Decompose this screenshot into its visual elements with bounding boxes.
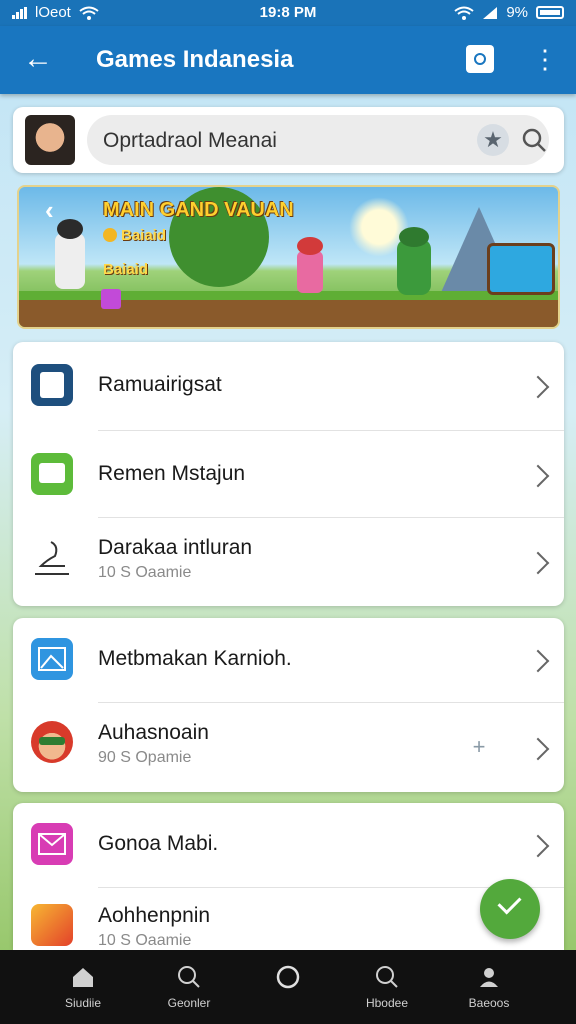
home-icon bbox=[73, 968, 93, 987]
coin-counter: Baiaid bbox=[103, 227, 166, 244]
item-icon bbox=[101, 289, 121, 309]
nav-item-home[interactable]: Siudiie bbox=[38, 964, 128, 1010]
game-avatar-icon bbox=[31, 721, 73, 763]
profile-icon bbox=[480, 968, 498, 987]
list-group-1: Ramuairigsat Remen Mstajun Darakaa intlu… bbox=[13, 342, 564, 606]
ground-graphic bbox=[19, 291, 558, 327]
hero-character bbox=[55, 219, 85, 289]
status-right: 9% bbox=[454, 4, 564, 21]
bottom-nav: Siudiie Geonler Hbodee Baeoos bbox=[0, 950, 576, 1024]
tablet-icon bbox=[31, 364, 73, 406]
nav-item-discover[interactable]: Hbodee bbox=[342, 964, 432, 1010]
crosshair-icon[interactable]: + bbox=[469, 736, 489, 758]
list-item[interactable]: Gonoa Mabi. bbox=[13, 803, 564, 887]
battery-icon bbox=[536, 6, 564, 19]
list-item-label: Remen Mstajun bbox=[98, 462, 246, 485]
chevron-right-icon bbox=[526, 834, 550, 858]
shield-game-icon bbox=[31, 904, 73, 946]
list-item[interactable]: Remen Mstajun bbox=[13, 431, 564, 517]
game-banner[interactable]: ‹ MAIN GAND VAUAN Baiaid Baiaid bbox=[17, 185, 560, 329]
page-title: Games Indanesia bbox=[96, 46, 294, 73]
chevron-left-icon[interactable]: ‹ bbox=[45, 195, 54, 226]
list-item-label: Aohhenpnin bbox=[98, 904, 211, 927]
search-icon bbox=[376, 966, 398, 988]
camera-icon[interactable] bbox=[466, 45, 494, 73]
chevron-right-icon bbox=[526, 649, 550, 673]
banner-heading: MAIN GAND VAUAN bbox=[103, 199, 294, 221]
ogre-character bbox=[397, 227, 431, 295]
search-card: ★ bbox=[13, 107, 564, 173]
chevron-right-icon bbox=[526, 737, 550, 761]
circle-icon bbox=[276, 965, 300, 989]
user-avatar[interactable] bbox=[25, 115, 75, 165]
more-options-icon[interactable]: ⋮ bbox=[532, 42, 558, 78]
cell-signal-icon bbox=[483, 6, 498, 19]
nav-label: Baeoos bbox=[468, 996, 510, 1010]
list-item-label: Auhasnoain bbox=[98, 721, 209, 744]
search-field: ★ bbox=[87, 115, 549, 165]
check-fab-button[interactable] bbox=[480, 879, 540, 939]
powerup-sign bbox=[487, 243, 555, 295]
list-item[interactable]: Metbmakan Karnioh. bbox=[13, 618, 564, 702]
list-item-label: Gonoa Mabi. bbox=[98, 832, 219, 855]
list-item-label: Darakaa intluran bbox=[98, 536, 253, 559]
list-group-3: Gonoa Mabi. Aohhenpnin 10 S Oaamie bbox=[13, 803, 564, 950]
star-icon[interactable]: ★ bbox=[477, 124, 509, 156]
girl-character bbox=[297, 237, 323, 293]
list-item-subtitle: 90 S Opamie bbox=[98, 749, 192, 766]
list-item-subtitle: 10 S Oaamie bbox=[98, 564, 192, 581]
list-item[interactable]: Auhasnoain 90 S Opamie + bbox=[13, 703, 564, 792]
nav-item-center[interactable] bbox=[243, 964, 333, 996]
nav-label: Siudiie bbox=[64, 996, 102, 1010]
search-icon[interactable] bbox=[521, 127, 547, 153]
back-arrow-icon[interactable]: ← bbox=[20, 42, 56, 78]
nav-item-profile[interactable]: Baeoos bbox=[444, 964, 534, 1010]
list-item[interactable]: Darakaa intluran 10 S Oaamie bbox=[13, 518, 564, 606]
skate-icon bbox=[35, 541, 69, 575]
search-input[interactable] bbox=[101, 124, 455, 158]
chevron-right-icon bbox=[526, 551, 550, 575]
nav-label: Geonler bbox=[167, 996, 211, 1010]
image-frame-icon bbox=[31, 638, 73, 680]
message-icon bbox=[31, 823, 73, 865]
chevron-right-icon bbox=[526, 375, 550, 399]
screen-icon bbox=[31, 453, 73, 495]
chevron-right-icon bbox=[526, 464, 550, 488]
list-item-label: Metbmakan Karnioh. bbox=[98, 647, 292, 670]
list-item-label: Ramuairigsat bbox=[98, 373, 222, 396]
app-bar: ← Games Indanesia ⋮ bbox=[0, 26, 576, 94]
search-icon bbox=[178, 966, 200, 988]
nav-label: Hbodee bbox=[365, 996, 409, 1010]
status-bar: lOeot 19:8 PM 9% bbox=[0, 0, 576, 26]
battery-percent: 9% bbox=[506, 4, 528, 21]
list-item[interactable]: Ramuairigsat bbox=[13, 342, 564, 430]
wifi-icon bbox=[454, 6, 474, 20]
nav-item-search[interactable]: Geonler bbox=[144, 964, 234, 1010]
score-counter: Baiaid bbox=[103, 261, 149, 278]
list-item-subtitle: 10 S Oaamie bbox=[98, 932, 192, 949]
list-group-2: Metbmakan Karnioh. Auhasnoain 90 S Opami… bbox=[13, 618, 564, 792]
